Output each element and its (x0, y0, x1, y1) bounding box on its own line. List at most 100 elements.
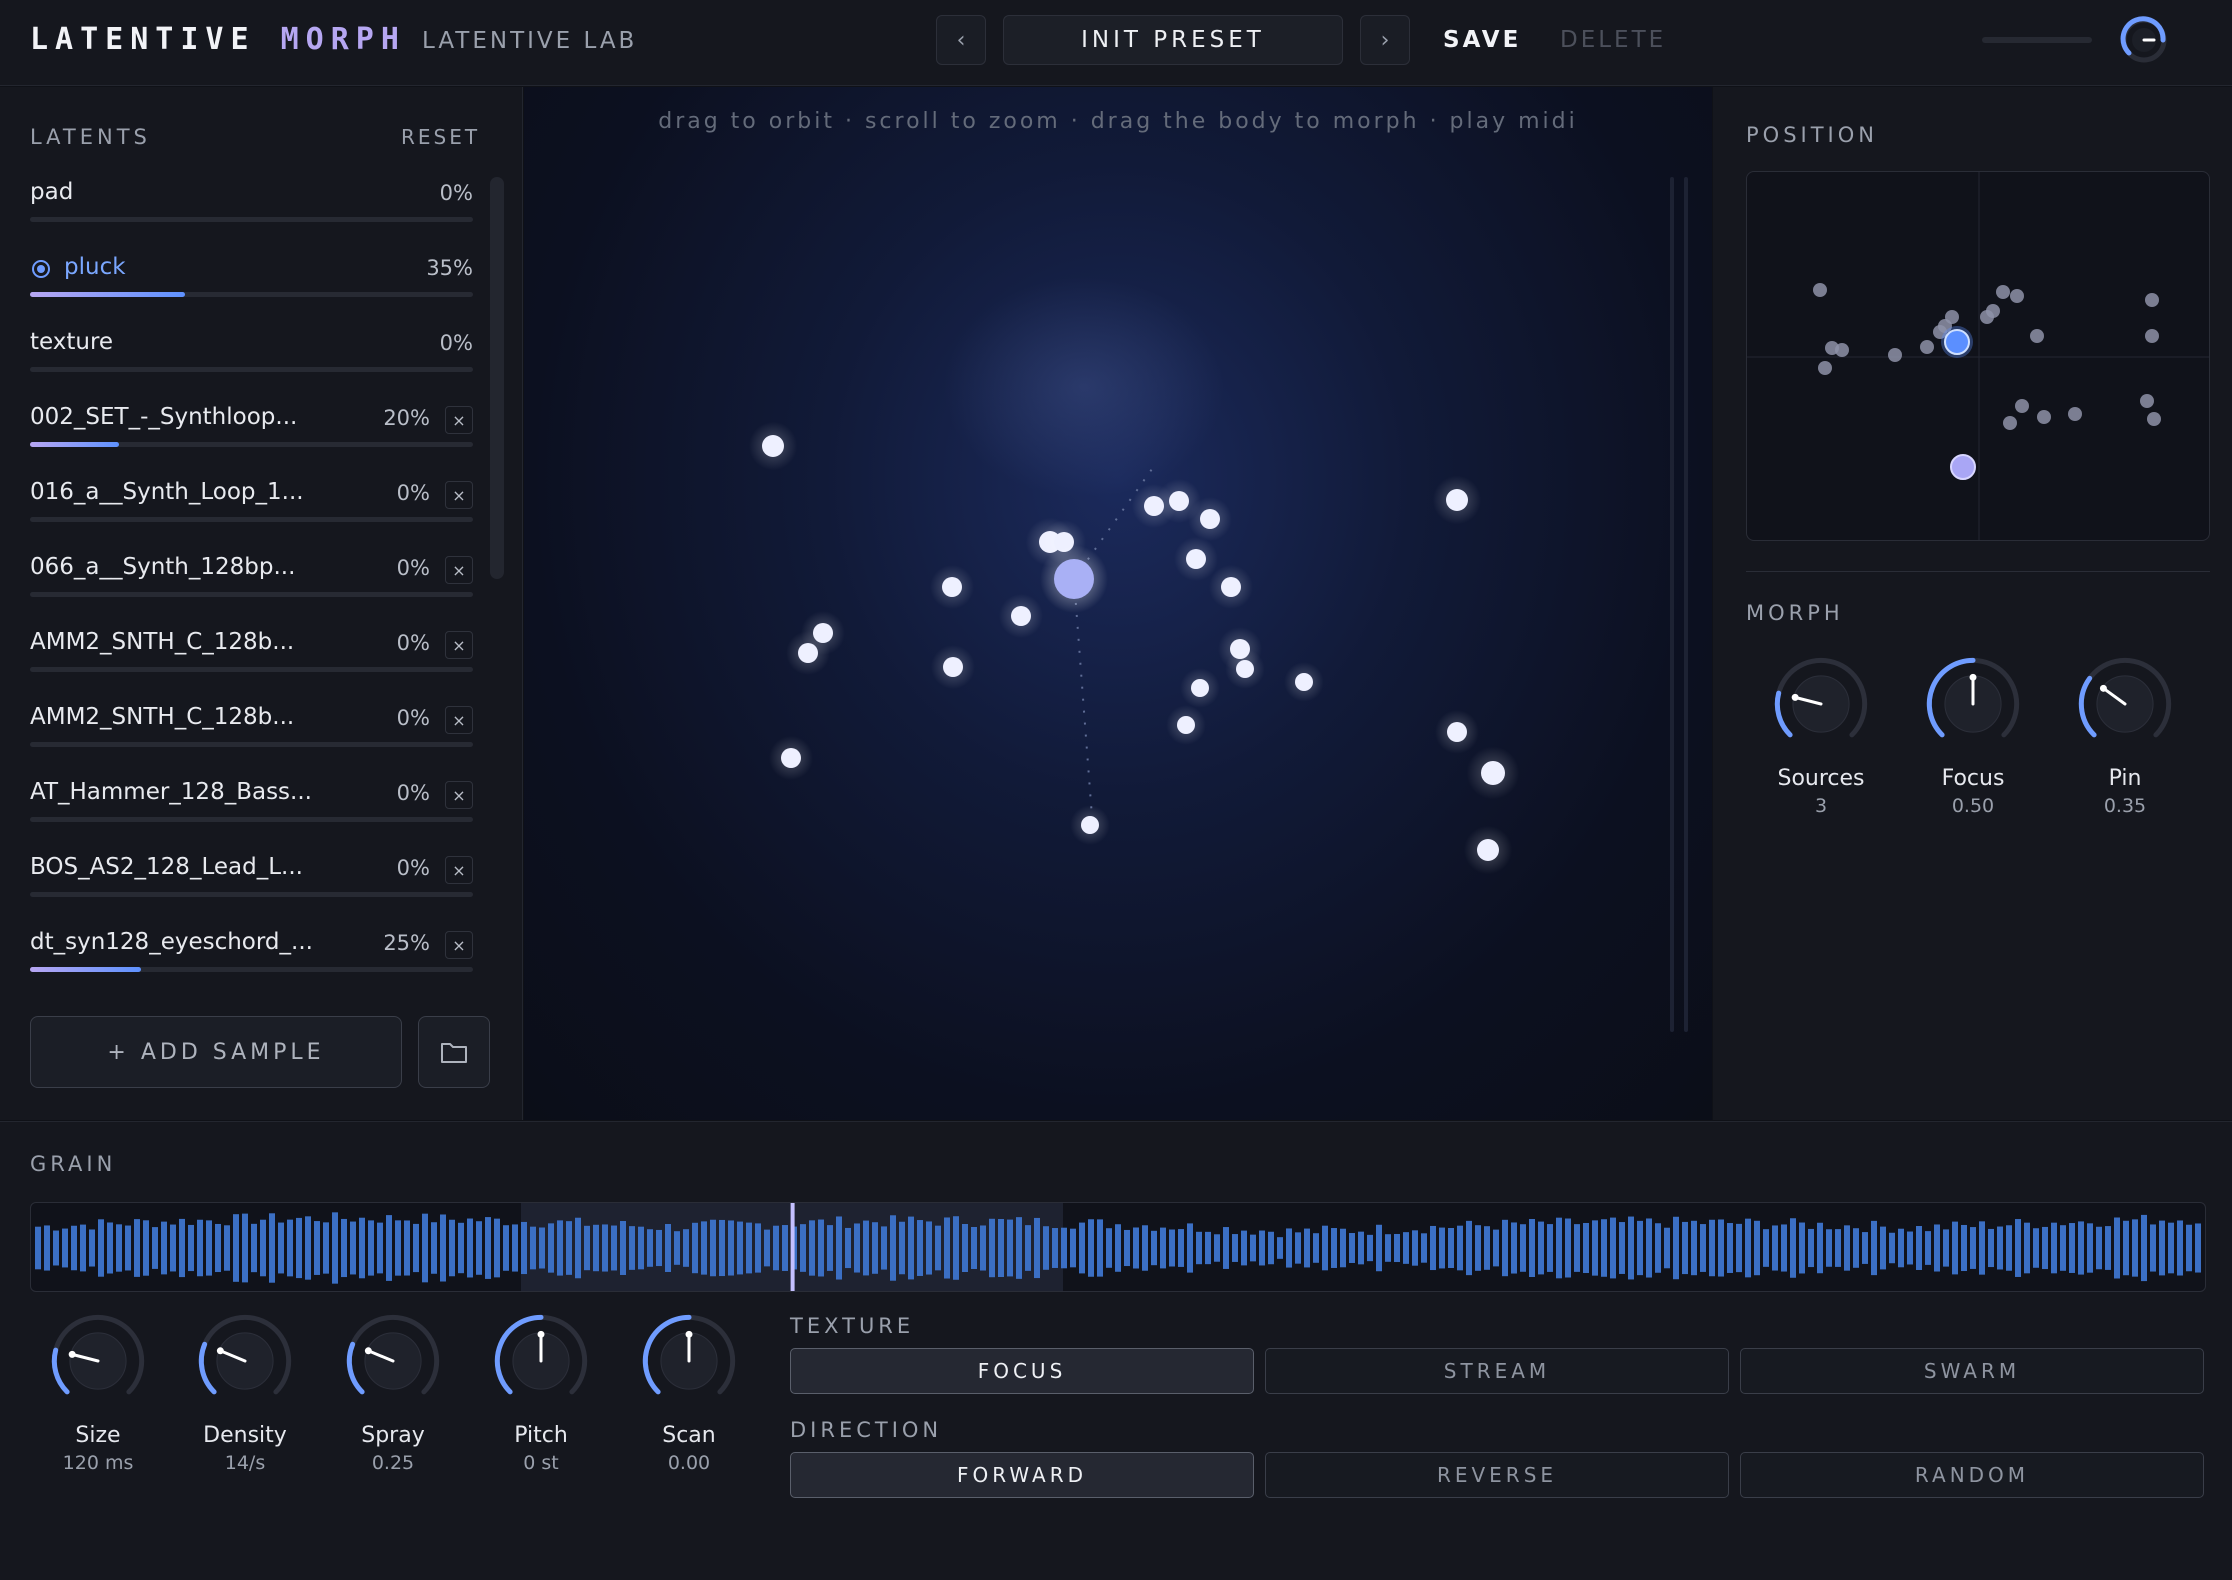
remove-latent-button[interactable]: × (445, 931, 473, 959)
latent-item[interactable]: BOS_AS2_128_Lead_L... 0% × (30, 854, 473, 914)
latent-item[interactable]: AMM2_SNTH_C_128b... 0% × (30, 704, 473, 764)
volume-slider[interactable] (1982, 37, 2092, 43)
latent-point[interactable] (1200, 509, 1220, 529)
delete-button[interactable]: DELETE (1560, 27, 1666, 53)
knob-dial[interactable] (193, 1309, 297, 1413)
morph-pin-knob[interactable]: Pin 0.35 (2050, 652, 2200, 817)
knob-dial[interactable] (341, 1309, 445, 1413)
position-point[interactable] (1920, 340, 1934, 354)
latent-item[interactable]: 002_SET_-_Synthloop... 20% × (30, 404, 473, 464)
latent-scatter-3d[interactable] (524, 87, 1712, 1120)
knob-dial[interactable] (637, 1309, 741, 1413)
position-point[interactable] (2015, 399, 2029, 413)
texture-stream-button[interactable]: STREAM (1265, 1348, 1729, 1394)
latent-point[interactable] (943, 657, 963, 677)
knob-dial[interactable] (1769, 652, 1873, 756)
latent-weight-slider[interactable] (30, 892, 473, 897)
position-point[interactable] (2003, 416, 2017, 430)
latent-weight-slider[interactable] (30, 967, 473, 972)
position-point[interactable] (1835, 343, 1849, 357)
reset-button[interactable]: RESET (401, 125, 480, 149)
texture-focus-button[interactable]: FOCUS (790, 1348, 1254, 1394)
knob-dial[interactable] (489, 1309, 593, 1413)
latent-point[interactable] (1446, 489, 1468, 511)
latent-weight-slider[interactable] (30, 367, 473, 372)
position-point[interactable] (1996, 285, 2010, 299)
remove-latent-button[interactable]: × (445, 406, 473, 434)
waveform-display[interactable] (31, 1203, 2206, 1292)
position-active-point[interactable] (1944, 329, 1970, 355)
prev-preset-button[interactable]: ‹ (936, 15, 986, 65)
grain-pitch-knob[interactable]: Pitch 0 st (466, 1309, 616, 1474)
grain-waveform[interactable] (30, 1202, 2206, 1292)
position-point[interactable] (1945, 310, 1959, 324)
morph-sources-knob[interactable]: Sources 3 (1746, 652, 1896, 817)
latent-item[interactable]: pluck 35% (30, 254, 473, 314)
morph-cursor[interactable] (1054, 559, 1094, 599)
add-sample-button[interactable]: + ADD SAMPLE (30, 1016, 402, 1088)
latent-point[interactable] (1081, 816, 1099, 834)
texture-swarm-button[interactable]: SWARM (1740, 1348, 2204, 1394)
position-point[interactable] (1986, 304, 2000, 318)
grain-density-knob[interactable]: Density 14/s (170, 1309, 320, 1474)
direction-reverse-button[interactable]: REVERSE (1265, 1452, 1729, 1498)
latent-weight-slider[interactable] (30, 217, 473, 222)
direction-random-button[interactable]: RANDOM (1740, 1452, 2204, 1498)
latent-point[interactable] (1481, 761, 1505, 785)
latent-point[interactable] (1221, 577, 1241, 597)
latent-point[interactable] (762, 435, 784, 457)
latent-point[interactable] (1186, 549, 1206, 569)
position-cursor[interactable] (1950, 454, 1976, 480)
direction-forward-button[interactable]: FORWARD (790, 1452, 1254, 1498)
latent-point[interactable] (1191, 679, 1209, 697)
latent-point[interactable] (1144, 496, 1164, 516)
latent-weight-slider[interactable] (30, 442, 473, 447)
latent-point[interactable] (1295, 673, 1313, 691)
knob-dial[interactable] (1921, 652, 2025, 756)
latent-point[interactable] (1011, 606, 1031, 626)
position-point[interactable] (2030, 329, 2044, 343)
latent-item[interactable]: dt_syn128_eyeschord_... 25% × (30, 929, 473, 989)
latent-weight-slider[interactable] (30, 517, 473, 522)
latent-weight-slider[interactable] (30, 292, 473, 297)
remove-latent-button[interactable]: × (445, 556, 473, 584)
position-point[interactable] (2037, 410, 2051, 424)
remove-latent-button[interactable]: × (445, 631, 473, 659)
latent-weight-slider[interactable] (30, 592, 473, 597)
output-gain-knob[interactable] (2117, 13, 2171, 67)
latent-point[interactable] (781, 748, 801, 768)
knob-dial[interactable] (2073, 652, 2177, 756)
position-point[interactable] (2140, 394, 2154, 408)
latent-space-viewport[interactable]: drag to orbit · scroll to zoom · drag th… (524, 87, 1712, 1120)
knob-dial[interactable] (46, 1309, 150, 1413)
position-point[interactable] (2145, 293, 2159, 307)
latent-point[interactable] (1477, 839, 1499, 861)
latent-weight-slider[interactable] (30, 742, 473, 747)
next-preset-button[interactable]: › (1360, 15, 1410, 65)
latent-point[interactable] (1447, 722, 1467, 742)
latent-item[interactable]: AMM2_SNTH_C_128b... 0% × (30, 629, 473, 689)
grain-size-knob[interactable]: Size 120 ms (23, 1309, 173, 1474)
latent-list-scrollbar[interactable] (490, 177, 504, 579)
position-point[interactable] (2010, 289, 2024, 303)
latent-item[interactable]: pad 0% (30, 179, 473, 239)
latent-weight-slider[interactable] (30, 667, 473, 672)
position-point[interactable] (2147, 412, 2161, 426)
position-pad[interactable] (1746, 171, 2210, 541)
position-point[interactable] (1813, 283, 1827, 297)
latent-item[interactable]: AT_Hammer_128_Bass... 0% × (30, 779, 473, 839)
remove-latent-button[interactable]: × (445, 781, 473, 809)
position-point[interactable] (1888, 348, 1902, 362)
remove-latent-button[interactable]: × (445, 481, 473, 509)
position-map[interactable] (1747, 172, 2210, 541)
remove-latent-button[interactable]: × (445, 706, 473, 734)
position-point[interactable] (2145, 329, 2159, 343)
morph-focus-knob[interactable]: Focus 0.50 (1898, 652, 2048, 817)
grain-scan-knob[interactable]: Scan 0.00 (614, 1309, 764, 1474)
preset-selector[interactable]: INIT PRESET (1003, 15, 1343, 65)
remove-latent-button[interactable]: × (445, 856, 473, 884)
open-folder-button[interactable] (418, 1016, 490, 1088)
save-button[interactable]: SAVE (1443, 27, 1521, 53)
latent-point[interactable] (1177, 716, 1195, 734)
latent-point[interactable] (798, 643, 818, 663)
